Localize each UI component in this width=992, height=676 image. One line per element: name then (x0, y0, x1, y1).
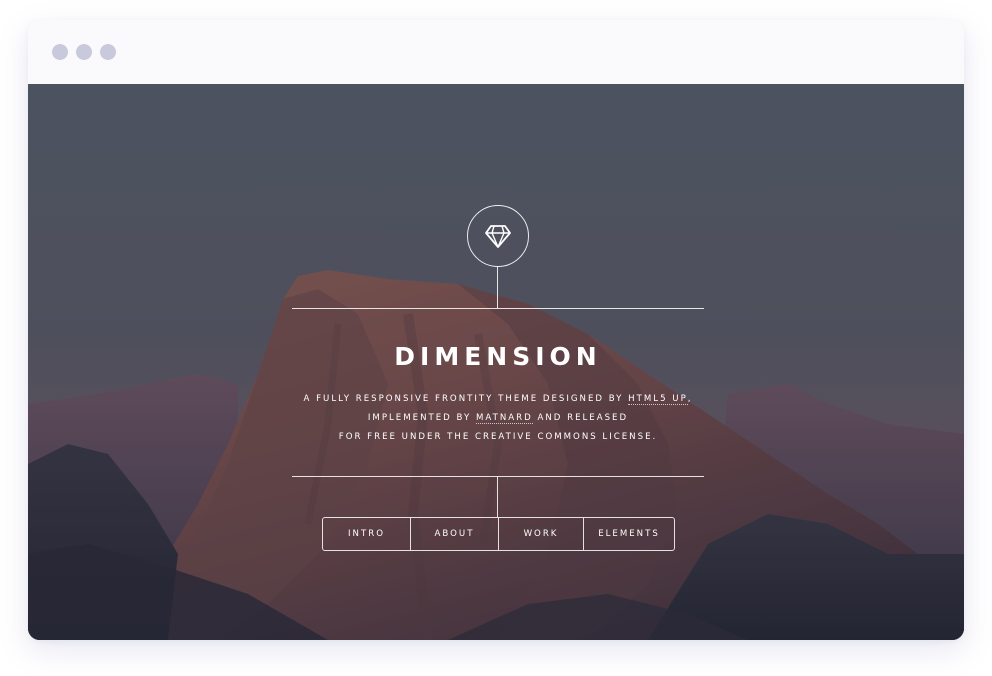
window-titlebar (28, 20, 964, 84)
window-dot-close[interactable] (52, 44, 68, 60)
window-dot-maximize[interactable] (100, 44, 116, 60)
tagline-text: and released (532, 413, 629, 423)
site-tagline: A fully responsive Frontity theme design… (292, 390, 704, 447)
diamond-icon (485, 225, 511, 248)
main-nav: INTRO ABOUT WORK ELEMENTS (322, 517, 675, 551)
nav-connector-line (497, 476, 498, 517)
tagline-line-3: for free under the Creative Commons lice… (338, 432, 658, 442)
nav-item-about[interactable]: ABOUT (411, 518, 499, 550)
tagline-text: implemented by (367, 413, 476, 423)
window-dot-minimize[interactable] (76, 44, 92, 60)
nav-item-intro[interactable]: INTRO (323, 518, 411, 550)
html5up-link[interactable]: HTML5 UP (628, 394, 688, 405)
tagline-line-2: implemented by Matnard and released (292, 409, 704, 428)
site-title: DIMENSION (394, 342, 602, 371)
content-top-border (292, 308, 704, 309)
content-bottom-border (292, 476, 704, 477)
tagline-text: , (687, 394, 693, 404)
logo-circle (467, 205, 529, 267)
tagline-text: A fully responsive Frontity theme design… (303, 394, 629, 404)
logo-connector-line (497, 266, 498, 308)
page-viewport: DIMENSION A fully responsive Frontity th… (28, 84, 964, 640)
tagline-line-1: A fully responsive Frontity theme design… (292, 390, 704, 409)
nav-item-elements[interactable]: ELEMENTS (584, 518, 674, 550)
nav-item-work[interactable]: WORK (499, 518, 584, 550)
browser-window: DIMENSION A fully responsive Frontity th… (28, 20, 964, 640)
matnard-link[interactable]: Matnard (475, 413, 533, 424)
